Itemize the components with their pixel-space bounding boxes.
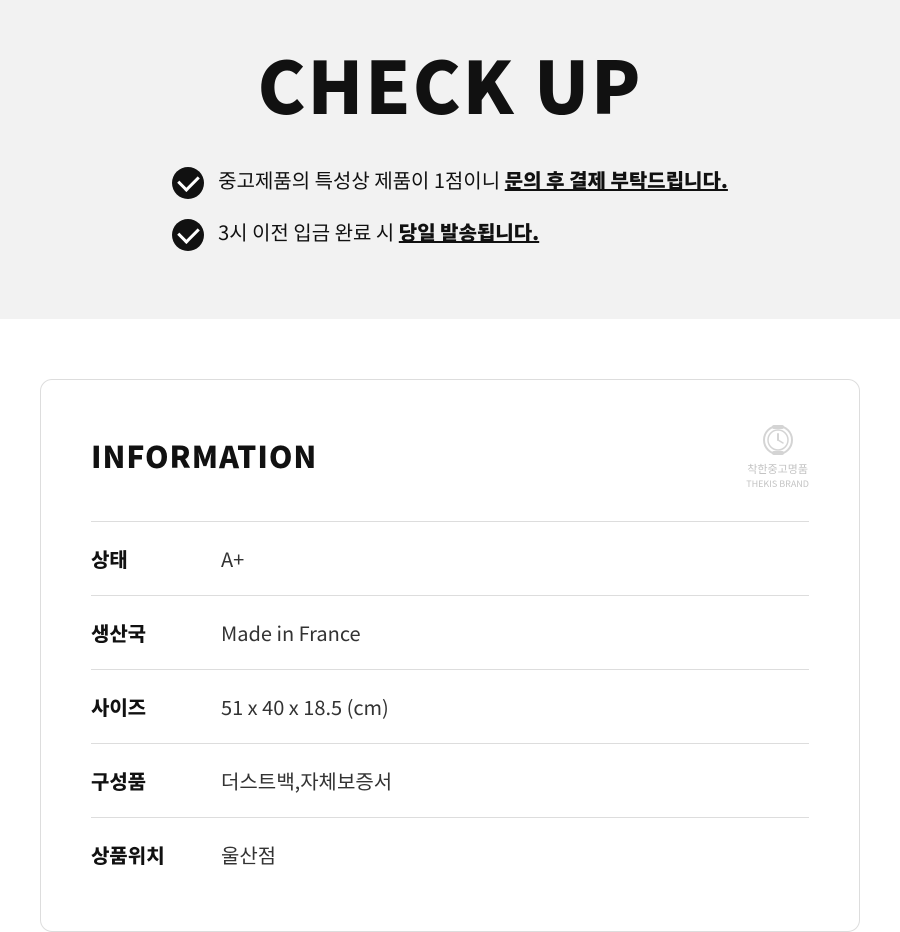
table-row: 상태 A+ xyxy=(91,521,809,595)
info-table: 상태 A+ 생산국 Made in France 사이즈 51 x 40 x 1… xyxy=(91,521,809,891)
brand-sub: THEKIS BRAND xyxy=(746,477,809,490)
check-bold-2: 당일 발송됩니다. xyxy=(399,217,539,246)
label-contents: 구성품 xyxy=(91,743,221,817)
table-row: 생산국 Made in France xyxy=(91,595,809,669)
value-contents: 더스트백,자체보증서 xyxy=(221,743,809,817)
label-location: 상품위치 xyxy=(91,817,221,891)
brand-name: 착한중고명품THEKIS BRAND xyxy=(746,462,809,491)
check-icon-2 xyxy=(172,219,204,251)
check-icon-1 xyxy=(172,167,204,199)
label-condition: 상태 xyxy=(91,521,221,595)
value-origin: Made in France xyxy=(221,595,809,669)
check-text-2: 3시 이전 입금 완료 시 당일 발송됩니다. xyxy=(218,217,539,247)
table-row: 구성품 더스트백,자체보증서 xyxy=(91,743,809,817)
information-section: INFORMATION 착한중고명품THEKIS BRAND 상태 A+ xyxy=(40,379,860,932)
value-location: 울산점 xyxy=(221,817,809,891)
value-size: 51 x 40 x 18.5 (cm) xyxy=(221,669,809,743)
checklist: 중고제품의 특성상 제품이 1점이니 문의 후 결제 부탁드립니다. 3시 이전… xyxy=(172,165,728,269)
check-item-1: 중고제품의 특성상 제품이 1점이니 문의 후 결제 부탁드립니다. xyxy=(172,165,728,199)
label-origin: 생산국 xyxy=(91,595,221,669)
check-text-1: 중고제품의 특성상 제품이 1점이니 문의 후 결제 부탁드립니다. xyxy=(218,165,728,195)
table-row: 사이즈 51 x 40 x 18.5 (cm) xyxy=(91,669,809,743)
table-row: 상품위치 울산점 xyxy=(91,817,809,891)
info-section-title: INFORMATION xyxy=(91,433,317,477)
brand-logo-icon xyxy=(758,420,798,460)
brand-logo: 착한중고명품THEKIS BRAND xyxy=(746,420,809,491)
page-title: CHECK UP xyxy=(60,30,840,135)
check-bold-1: 문의 후 결제 부탁드립니다. xyxy=(505,165,728,194)
value-condition: A+ xyxy=(221,521,809,595)
check-item-2: 3시 이전 입금 완료 시 당일 발송됩니다. xyxy=(172,217,728,251)
label-size: 사이즈 xyxy=(91,669,221,743)
header-section: CHECK UP 중고제품의 특성상 제품이 1점이니 문의 후 결제 부탁드립… xyxy=(0,0,900,319)
spacer xyxy=(0,319,900,379)
info-header: INFORMATION 착한중고명품THEKIS BRAND xyxy=(91,420,809,491)
